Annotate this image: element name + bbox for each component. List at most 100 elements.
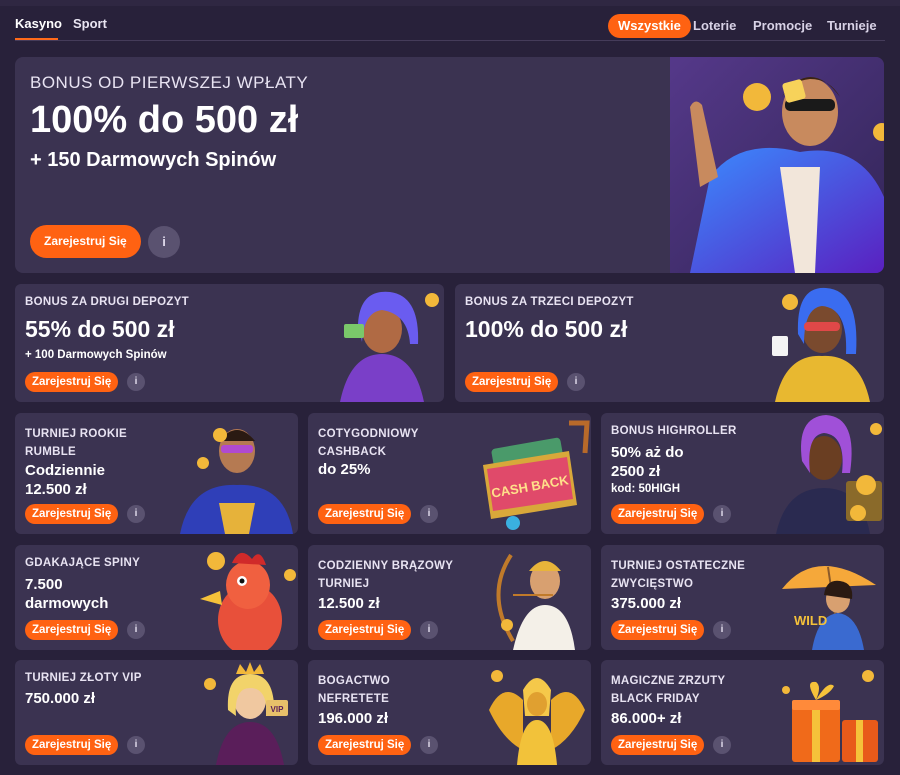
promo-card: BOGACTWO NEFRETETE 196.000 zł Zarejestru… [308,660,591,765]
character-illustration [776,415,882,534]
promo-amount: 86.000+ zł [611,710,682,727]
promo-title: BONUS ZA DRUGI DEPOZYT [25,296,189,308]
rooster-illustration [200,552,296,650]
promo-card: TURNIEJ ZŁOTY VIP 750.000 zł Zarejestruj… [15,660,298,765]
promo-amount: 196.000 zł [318,710,389,727]
promo-title-line: TURNIEJ OSTATECZNE [611,560,746,572]
register-button[interactable]: Zarejestruj Się [25,504,119,524]
register-button[interactable]: Zarejestruj Się [611,620,705,640]
register-button[interactable]: Zarejestruj Się [318,735,412,755]
promo-title: COTYGODNIOWY CASHBACK [318,425,419,461]
filter-turnieje[interactable]: Turnieje [817,14,887,38]
promo-amount: 375.000 zł [611,595,682,612]
hero-title: BONUS OD PIERWSZEJ WPŁATY [30,73,309,92]
promo-title-line: TURNIEJ ROOKIE [25,428,127,440]
promo-card: BONUS ZA DRUGI DEPOZYT 55% do 500 zł + 1… [15,284,444,402]
promo-amount-line: 2500 zł [611,463,661,480]
promo-title: BONUS ZA TRZECI DEPOZYT [465,296,634,308]
info-icon[interactable]: i [420,736,438,754]
register-button[interactable]: Zarejestruj Się [25,735,119,755]
register-button[interactable]: Zarejestruj Się [611,735,705,755]
promo-title: BONUS HIGHROLLER [611,425,737,437]
promo-card: BONUS HIGHROLLER 50% aż do 2500 zł kod: … [601,413,884,534]
promo-subtitle: + 100 Darmowych Spinów [25,349,167,361]
register-button[interactable]: Zarejestruj Się [25,372,119,392]
queen-illustration: VIP [204,662,288,765]
tab-kasyno[interactable]: Kasyno [15,16,62,31]
golden-pharaoh-illustration [489,670,585,765]
filter-loterie[interactable]: Loterie [683,14,746,38]
hero-promo-card: BONUS OD PIERWSZEJ WPŁATY 100% do 500 zł… [15,57,884,273]
promo-title: MAGICZNE ZRZUTY BLACK FRIDAY [611,672,725,708]
info-icon[interactable]: i [127,373,145,391]
info-icon[interactable]: i [148,226,180,258]
info-icon[interactable]: i [420,505,438,523]
promo-code: kod: 50HIGH [611,483,681,495]
promo-title-line: ZWYCIĘSTWO [611,578,694,590]
archer-illustration [496,553,575,650]
promo-amount-line: 12.500 zł [25,481,87,498]
promo-card: COTYGODNIOWY CASHBACK do 25% Zarejestruj… [308,413,591,534]
register-button[interactable]: Zarejestruj Się [318,504,412,524]
info-icon[interactable]: i [127,621,145,639]
character-illustration [772,287,870,402]
register-button[interactable]: Zarejestruj Się [465,372,559,392]
tab-sport[interactable]: Sport [73,16,107,31]
promo-title: TURNIEJ ROOKIE RUMBLE [25,425,127,461]
promo-title: GDAKAJĄCE SPINY [25,557,141,569]
info-icon[interactable]: i [127,505,145,523]
info-icon[interactable]: i [713,736,731,754]
info-icon[interactable]: i [713,621,731,639]
hero-subtitle: + 150 Darmowych Spinów [30,149,277,171]
promo-title-line: BLACK FRIDAY [611,693,700,705]
promo-amount-line: darmowych [25,595,109,612]
register-button[interactable]: Zarejestruj Się [25,620,119,640]
promo-card: MAGICZNE ZRZUTY BLACK FRIDAY 86.000+ zł … [601,660,884,765]
promo-amount-line: Codziennie [25,462,106,479]
character-illustration [180,428,293,534]
info-icon[interactable]: i [713,505,731,523]
cashback-wallet-illustration: CASH BACK [483,420,590,530]
promo-title-line: COTYGODNIOWY [318,428,419,440]
promo-title-line: BOGACTWO [318,675,391,687]
promo-amount-line: 50% aż do [611,444,684,461]
promo-amount: Codziennie 12.500 zł [25,461,105,499]
promo-title-line: TURNIEJ [318,578,370,590]
promo-amount: do 25% [318,461,371,478]
promo-amount: 7.500 darmowych [25,575,108,613]
promo-title: TURNIEJ OSTATECZNE ZWYCIĘSTWO [611,557,745,593]
top-strip [0,0,900,6]
promo-card: TURNIEJ ROOKIE RUMBLE Codziennie 12.500 … [15,413,298,534]
info-icon[interactable]: i [420,621,438,639]
filter-wszystkie[interactable]: Wszystkie [608,14,691,38]
hero-character-illustration [670,57,884,273]
promo-amount-line: 7.500 [25,576,63,593]
promo-amount: 100% do 500 zł [465,316,628,342]
promo-amount: 55% do 500 zł [25,316,175,342]
promo-card: CODZIENNY BRĄZOWY TURNIEJ 12.500 zł Zare… [308,545,591,650]
register-button[interactable]: Zarejestruj Się [318,620,412,640]
hero-register-button[interactable]: Zarejestruj Się [30,225,141,258]
info-icon[interactable]: i [127,736,145,754]
umbrella-lady-illustration: WILD [782,565,876,650]
promo-card: GDAKAJĄCE SPINY 7.500 darmowych Zarejest… [15,545,298,650]
gift-boxes-illustration [782,670,878,762]
promo-card: TURNIEJ OSTATECZNE ZWYCIĘSTWO 375.000 zł… [601,545,884,650]
character-illustration [340,291,439,402]
promo-title-line: RUMBLE [25,446,76,458]
promo-amount: 750.000 zł [25,690,96,707]
promo-title: TURNIEJ ZŁOTY VIP [25,672,142,684]
filter-promocje[interactable]: Promocje [743,14,822,38]
promo-title-line: CODZIENNY BRĄZOWY [318,560,454,572]
hero-amount: 100% do 500 zł [30,99,299,141]
promo-amount: 12.500 zł [318,595,380,612]
promo-title-line: MAGICZNE ZRZUTY [611,675,726,687]
promo-card: BONUS ZA TRZECI DEPOZYT 100% do 500 zł Z… [455,284,884,402]
vip-art-text: VIP [271,705,285,714]
wild-art-text: WILD [794,613,827,628]
info-icon[interactable]: i [567,373,585,391]
promo-title-line: CASHBACK [318,446,387,458]
promo-title: BOGACTWO NEFRETETE [318,672,390,708]
top-nav: Kasyno Sport Wszystkie Loterie Promocje … [0,0,900,45]
register-button[interactable]: Zarejestruj Się [611,504,705,524]
